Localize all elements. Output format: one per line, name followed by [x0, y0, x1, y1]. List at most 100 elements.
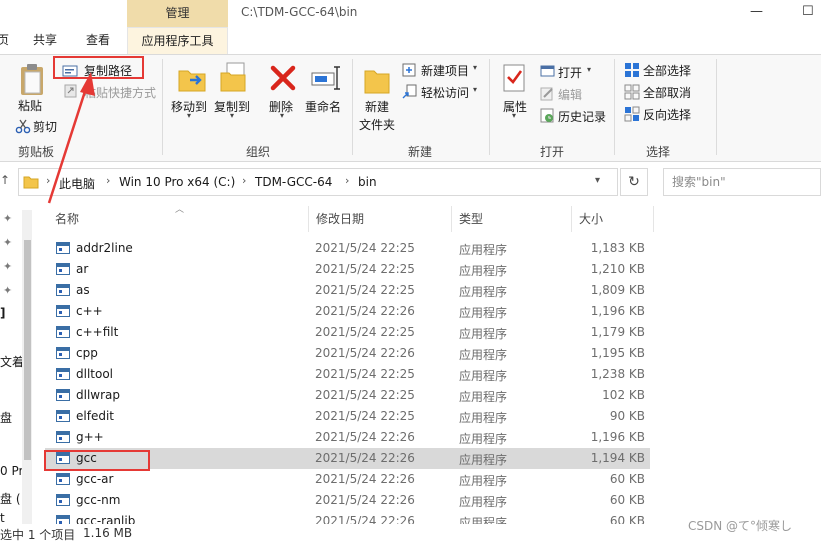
refresh-button[interactable]: ↻: [620, 168, 648, 196]
pin-icon[interactable]: ✦: [3, 236, 12, 249]
column-divider[interactable]: [653, 206, 654, 232]
file-size: 1,196 KB: [590, 430, 645, 444]
breadcrumb-separator-icon[interactable]: ›: [345, 174, 349, 187]
breadcrumb-separator-icon[interactable]: ›: [242, 174, 246, 187]
file-size: 1,210 KB: [590, 262, 645, 276]
paste-button[interactable]: 粘贴: [18, 97, 42, 114]
column-header-name[interactable]: 名称: [55, 210, 79, 227]
breadcrumb-separator-icon[interactable]: ›: [106, 174, 110, 187]
file-type: 应用程序: [459, 453, 508, 467]
address-dropdown-icon[interactable]: ▾: [595, 175, 600, 186]
file-type: 应用程序: [459, 390, 508, 404]
edit-button[interactable]: 编辑: [558, 86, 582, 103]
manage-context-tab[interactable]: 管理: [127, 0, 228, 27]
file-type: 应用程序: [459, 327, 508, 341]
minimize-button[interactable]: —: [750, 4, 763, 19]
nav-item-drive[interactable]: 盘: [0, 409, 12, 426]
file-row[interactable]: c++ 2021/5/24 22:26 应用程序 1,196 KB: [45, 301, 650, 322]
new-folder-button-line2[interactable]: 文件夹: [359, 116, 395, 133]
file-row[interactable]: g++ 2021/5/24 22:26 应用程序 1,196 KB: [45, 427, 650, 448]
file-row[interactable]: as 2021/5/24 22:25 应用程序 1,809 KB: [45, 280, 650, 301]
open-dropdown-icon[interactable]: ▾: [587, 65, 591, 74]
column-header-size[interactable]: 大小: [579, 210, 603, 227]
open-button[interactable]: 打开: [558, 64, 582, 81]
nav-item-drive-2[interactable]: 盘 (: [0, 490, 21, 507]
file-date: 2021/5/24 22:25: [315, 367, 415, 381]
application-icon: [56, 305, 70, 317]
column-header-type[interactable]: 类型: [459, 210, 483, 227]
breadcrumb-tdm-gcc[interactable]: TDM-GCC-64: [255, 175, 332, 189]
file-row[interactable]: elfedit 2021/5/24 22:25 应用程序 90 KB: [45, 406, 650, 427]
delete-dropdown-icon[interactable]: ▾: [280, 111, 284, 120]
search-input[interactable]: 搜索"bin": [663, 168, 821, 196]
tab-application-tools[interactable]: 应用程序工具: [127, 27, 228, 54]
column-divider[interactable]: [308, 206, 309, 232]
file-row[interactable]: c++filt 2021/5/24 22:25 应用程序 1,179 KB: [45, 322, 650, 343]
new-group-label: 新建: [408, 145, 433, 159]
file-size: 1,809 KB: [590, 283, 645, 297]
new-folder-icon: [364, 70, 390, 94]
file-size: 90 KB: [609, 409, 645, 423]
file-type: 应用程序: [459, 348, 508, 362]
easy-access-button[interactable]: 轻松访问: [421, 84, 469, 101]
file-row[interactable]: dllwrap 2021/5/24 22:25 应用程序 102 KB: [45, 385, 650, 406]
select-none-button[interactable]: 全部取消: [643, 84, 691, 101]
cut-button[interactable]: 剪切: [33, 118, 57, 135]
rename-button[interactable]: 重命名: [305, 98, 341, 115]
file-row[interactable]: cpp 2021/5/24 22:26 应用程序 1,195 KB: [45, 343, 650, 364]
up-arrow-icon[interactable]: ↑: [0, 173, 10, 187]
application-icon: [56, 284, 70, 296]
pin-icon[interactable]: ✦: [3, 260, 12, 273]
pin-icon[interactable]: ✦: [3, 284, 12, 297]
delete-icon: [270, 65, 296, 91]
column-divider[interactable]: [451, 206, 452, 232]
copy-to-dropdown-icon[interactable]: ▾: [230, 111, 234, 120]
file-row[interactable]: gcc-nm 2021/5/24 22:26 应用程序 60 KB: [45, 490, 650, 511]
breadcrumb-this-pc[interactable]: 此电脑: [59, 175, 95, 192]
file-row[interactable]: dlltool 2021/5/24 22:25 应用程序 1,238 KB: [45, 364, 650, 385]
invert-selection-button[interactable]: 反向选择: [643, 106, 691, 123]
application-icon: [56, 431, 70, 443]
file-date: 2021/5/24 22:26: [315, 346, 415, 360]
file-row[interactable]: addr2line 2021/5/24 22:25 应用程序 1,183 KB: [45, 238, 650, 259]
nav-scrollbar-thumb[interactable]: [24, 240, 31, 460]
move-to-dropdown-icon[interactable]: ▾: [187, 111, 191, 120]
select-all-button[interactable]: 全部选择: [643, 62, 691, 79]
nav-item-other[interactable]: t: [0, 511, 5, 525]
file-row[interactable]: gcc-ranlib 2021/5/24 22:26 应用程序 60 KB: [45, 511, 650, 524]
file-size: 1,238 KB: [590, 367, 645, 381]
column-header-date[interactable]: 修改日期: [316, 210, 364, 227]
file-name: elfedit: [76, 409, 114, 423]
history-button[interactable]: 历史记录: [558, 108, 606, 125]
file-date: 2021/5/24 22:26: [315, 451, 415, 465]
nav-item[interactable]: ]: [0, 306, 5, 320]
breadcrumb-separator-icon[interactable]: ›: [46, 174, 50, 187]
select-group-label: 选择: [646, 145, 671, 159]
rename-icon: [311, 66, 340, 90]
file-row[interactable]: ar 2021/5/24 22:25 应用程序 1,210 KB: [45, 259, 650, 280]
new-item-button[interactable]: 新建项目: [421, 62, 469, 79]
column-divider[interactable]: [571, 206, 572, 232]
tab-share[interactable]: 共享: [22, 27, 68, 54]
paste-shortcut-button[interactable]: 粘贴快捷方式: [84, 84, 156, 101]
properties-dropdown-icon[interactable]: ▾: [512, 111, 516, 120]
group-divider: [489, 59, 490, 155]
new-item-dropdown-icon[interactable]: ▾: [473, 63, 477, 72]
pin-icon[interactable]: ✦: [3, 212, 12, 225]
address-bar[interactable]: › 此电脑 › Win 10 Pro x64 (C:) › TDM-GCC-64…: [18, 168, 618, 196]
breadcrumb-bin[interactable]: bin: [358, 175, 377, 189]
nav-item-system-drive[interactable]: 0 Pr: [0, 464, 23, 478]
history-icon: [540, 108, 554, 123]
tab-home[interactable]: 页: [0, 27, 10, 54]
easy-access-dropdown-icon[interactable]: ▾: [473, 85, 477, 94]
group-divider: [716, 59, 717, 155]
tab-view[interactable]: 查看: [74, 27, 122, 54]
maximize-button[interactable]: ☐: [802, 4, 814, 19]
breadcrumb-drive[interactable]: Win 10 Pro x64 (C:): [119, 175, 235, 189]
file-size: 60 KB: [609, 493, 645, 507]
nav-item-documents[interactable]: 文着: [0, 353, 24, 370]
file-row[interactable]: gcc-ar 2021/5/24 22:26 应用程序 60 KB: [45, 469, 650, 490]
new-folder-button[interactable]: 新建: [365, 98, 389, 115]
file-type: 应用程序: [459, 369, 508, 383]
file-date: 2021/5/24 22:25: [315, 325, 415, 339]
